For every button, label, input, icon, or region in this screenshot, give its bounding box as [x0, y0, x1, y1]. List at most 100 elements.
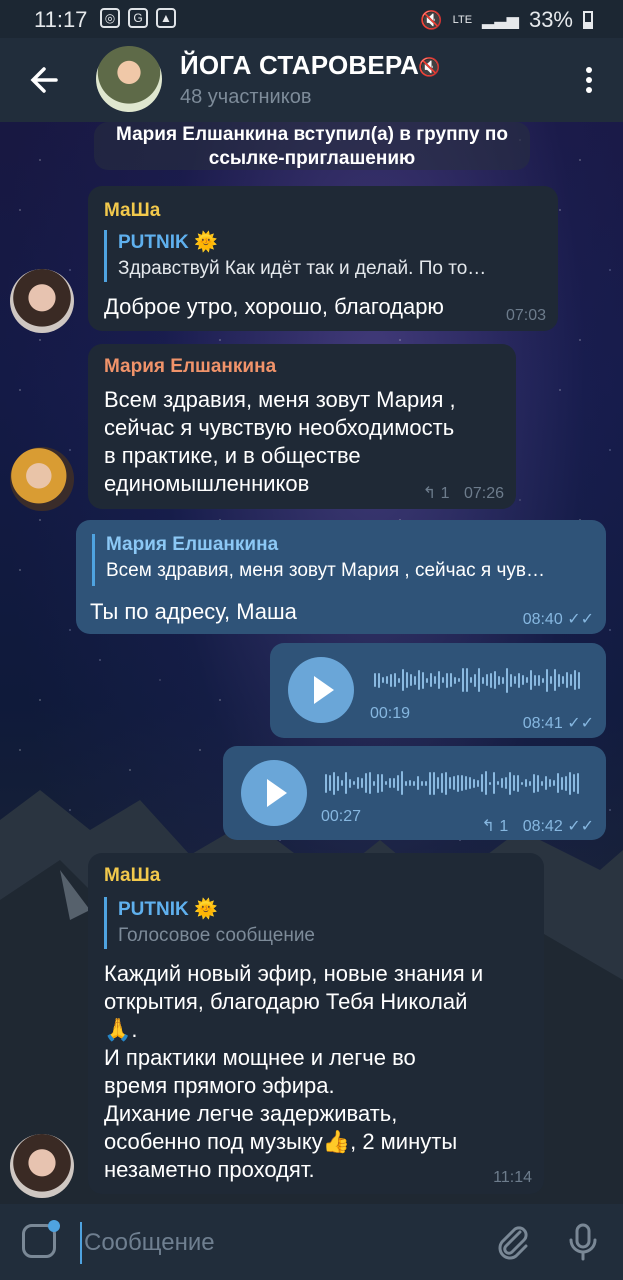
waveform-bar: [514, 676, 516, 684]
waveform-bar: [417, 776, 419, 790]
group-title[interactable]: ЙОГА СТАРОВЕРА: [180, 50, 419, 81]
message-line: сейчас я чувствую необходимость: [104, 415, 455, 440]
waveform-bar: [325, 773, 327, 793]
waveform-bar: [378, 672, 380, 688]
waveform-bar: [437, 777, 439, 789]
voice-waveform[interactable]: [374, 665, 580, 695]
muted-icon: 🔇: [418, 57, 441, 77]
read-checks-icon: ✓✓: [567, 818, 594, 835]
waveform-bar: [497, 781, 499, 785]
waveform-bar: [541, 780, 543, 786]
waveform-bar: [494, 671, 496, 689]
message-input[interactable]: [80, 1222, 486, 1264]
reply-text: Здравствуй Как идёт так и делай. По то…: [118, 258, 487, 279]
waveform-bar: [522, 675, 524, 685]
read-checks-icon: ✓✓: [567, 611, 594, 628]
message-line: особенно под музыку👍, 2 минуты: [104, 1129, 458, 1154]
reply-sender: PUTNIK 🌞: [118, 899, 218, 920]
waveform-bar: [458, 678, 460, 682]
waveform-bar: [477, 779, 479, 787]
waveform-bar: [386, 676, 388, 684]
voice-waveform[interactable]: [325, 768, 579, 798]
waveform-bar: [406, 672, 408, 688]
waveform-bar: [341, 780, 343, 786]
message-line: единомышленников: [104, 471, 310, 496]
sun-emoji-icon: 🌞: [194, 232, 218, 253]
waveform-bar: [509, 771, 511, 795]
reply-quote[interactable]: Мария Елшанкина Всем здравия, меня зовут…: [92, 534, 602, 586]
sun-emoji-icon: 🌞: [194, 899, 218, 920]
microphone-icon[interactable]: [566, 1222, 600, 1262]
waveform-bar: [345, 772, 347, 794]
waveform-bar: [578, 671, 580, 689]
waveform-bar: [501, 778, 503, 788]
message-bubble[interactable]: Мария Елшанкина Всем здравия, меня зовут…: [88, 344, 516, 509]
waveform-bar: [457, 774, 459, 792]
waveform-bar: [390, 673, 392, 687]
voice-message-bubble[interactable]: 00:27 ↰ 1 08:42 ✓✓: [223, 746, 606, 840]
waveform-bar: [553, 780, 555, 786]
waveform-bar: [513, 775, 515, 791]
signal-icon: ▂▃▅: [482, 12, 519, 29]
sender-name[interactable]: МаШа: [104, 200, 160, 222]
waveform-bar: [389, 778, 391, 788]
play-button-icon[interactable]: [241, 760, 307, 826]
waveform-bar: [526, 677, 528, 683]
waveform-bar: [357, 777, 359, 789]
waveform-bar: [381, 774, 383, 792]
network-label: LTE: [452, 14, 473, 26]
more-menu-icon[interactable]: [579, 64, 599, 96]
avatar-masha[interactable]: [10, 1134, 74, 1198]
attach-icon[interactable]: [496, 1224, 530, 1260]
message-time: 08:42: [522, 818, 563, 835]
sender-name[interactable]: Мария Елшанкина: [104, 356, 276, 378]
message-bubble-outgoing[interactable]: Мария Елшанкина Всем здравия, меня зовут…: [76, 520, 606, 634]
reply-arrow-icon: ↰: [422, 485, 437, 502]
waveform-bar: [401, 771, 403, 795]
group-avatar[interactable]: [96, 46, 162, 112]
reply-count: 1: [499, 818, 509, 835]
avatar-masha[interactable]: [10, 269, 74, 333]
avatar-maria[interactable]: [10, 447, 74, 511]
waveform-bar: [445, 771, 447, 795]
sender-name[interactable]: МаШа: [104, 865, 160, 887]
waveform-bar: [525, 779, 527, 787]
waveform-bar: [558, 673, 560, 687]
waveform-bar: [425, 780, 427, 786]
message-meta: 08:41 ✓✓: [523, 713, 594, 733]
message-line: И практики мощнее и легче во: [104, 1045, 416, 1070]
waveform-bar: [361, 778, 363, 788]
voice-message-bubble[interactable]: 00:19 08:41 ✓✓: [270, 643, 606, 738]
waveform-bar: [430, 673, 432, 687]
waveform-bar: [353, 781, 355, 785]
waveform-bar: [466, 668, 468, 692]
waveform-bar: [446, 672, 448, 688]
reply-quote[interactable]: PUTNIK 🌞 Голосовое сообщение: [104, 897, 538, 949]
waveform-bar: [414, 675, 416, 685]
message-line: незаметно проходят.: [104, 1157, 315, 1182]
message-bubble[interactable]: МаШа PUTNIK 🌞 Голосовое сообщение Каждий…: [88, 853, 544, 1194]
waveform-bar: [529, 780, 531, 786]
message-bubble[interactable]: МаШа PUTNIK 🌞 Здравствуй Как идёт так и …: [88, 186, 558, 331]
reply-quote[interactable]: PUTNIK 🌞 Здравствуй Как идёт так и делай…: [104, 230, 548, 282]
waveform-bar: [426, 677, 428, 683]
waveform-bar: [409, 780, 411, 786]
waveform-bar: [478, 668, 480, 692]
service-message: Мария Елшанкина вступил(а) в группу по с…: [94, 122, 530, 170]
back-arrow-icon[interactable]: [26, 60, 66, 100]
waveform-bar: [434, 676, 436, 684]
waveform-bar: [493, 772, 495, 794]
waveform-bar: [433, 771, 435, 795]
waveform-bar: [461, 775, 463, 791]
message-text: Каждий новый эфир, новые знания и открыт…: [104, 960, 483, 1184]
waveform-bar: [449, 777, 451, 789]
play-button-icon[interactable]: [288, 657, 354, 723]
waveform-bar: [534, 674, 536, 686]
waveform-bar: [542, 677, 544, 683]
waveform-bar: [470, 677, 472, 683]
waveform-bar: [533, 773, 535, 793]
service-line-2: ссылке-приглашению: [208, 148, 416, 169]
waveform-bar: [454, 676, 456, 684]
waveform-bar: [573, 774, 575, 792]
message-time: 07:03: [505, 307, 546, 324]
